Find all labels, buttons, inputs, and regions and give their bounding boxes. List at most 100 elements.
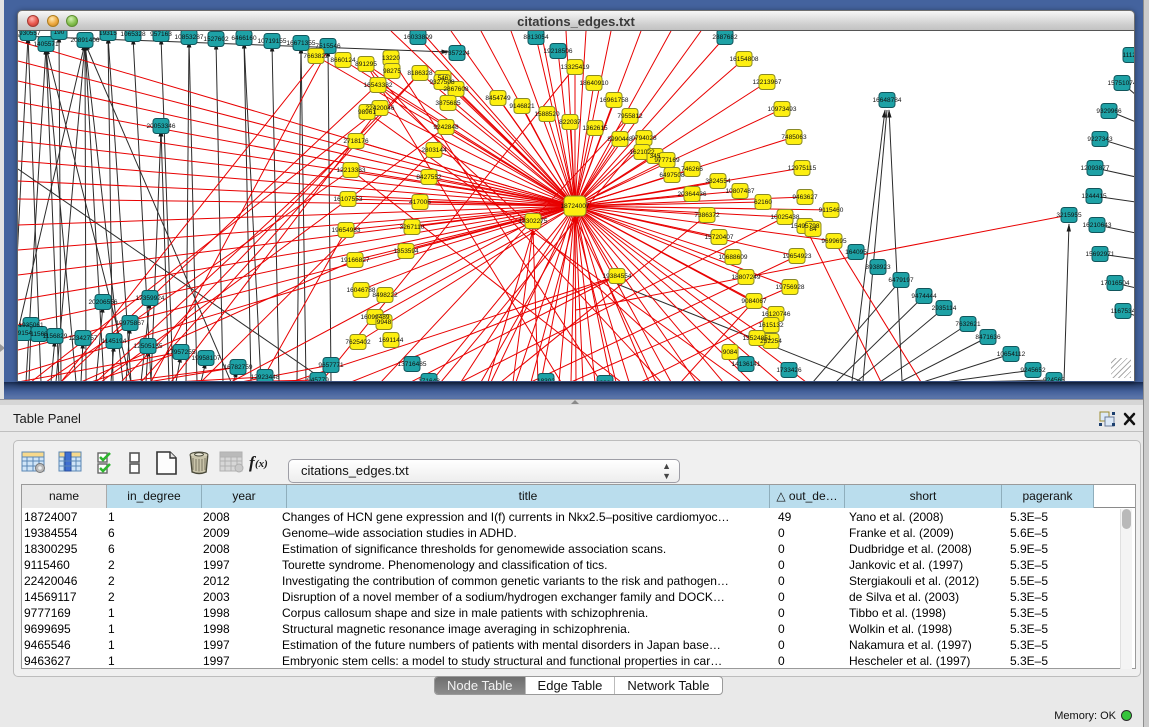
svg-text:9699695: 9699695: [821, 238, 847, 245]
svg-text:16782759: 16782759: [224, 364, 253, 371]
svg-text:16120746: 16120746: [762, 311, 791, 318]
svg-text:1733426: 1733426: [776, 367, 802, 374]
svg-text:1145194: 1145194: [102, 338, 127, 345]
svg-text:1588520: 1588520: [534, 111, 560, 118]
svg-text:12213967: 12213967: [753, 79, 782, 86]
svg-text:945779: 945779: [307, 377, 329, 382]
svg-text:62160: 62160: [754, 199, 772, 206]
svg-text:18302: 18302: [537, 378, 555, 382]
svg-text:3267110: 3267110: [400, 224, 425, 231]
svg-text:7663822: 7663822: [303, 53, 329, 60]
svg-text:3875685: 3875685: [435, 100, 461, 107]
svg-text:417006: 417006: [409, 199, 431, 206]
svg-text:891295: 891295: [355, 61, 377, 68]
svg-text:16671355: 16671355: [287, 40, 316, 47]
svg-text:13325419: 13325419: [561, 64, 590, 71]
svg-text:16107553: 16107553: [334, 196, 363, 203]
svg-text:13716485: 13716485: [398, 361, 427, 368]
svg-text:10719155: 10719155: [258, 38, 287, 45]
svg-text:7357224: 7357224: [444, 50, 470, 57]
svg-text:12505135: 12505135: [134, 343, 163, 350]
svg-text:20206556: 20206556: [89, 299, 118, 306]
svg-text:9115460: 9115460: [819, 207, 844, 214]
svg-text:10688609: 10688609: [719, 254, 748, 261]
svg-text:7515546: 7515546: [315, 43, 341, 50]
svg-text:12093877: 12093877: [1081, 165, 1110, 172]
svg-text:2887682: 2887682: [712, 34, 738, 41]
svg-text:10973493: 10973493: [768, 106, 797, 113]
svg-text:15720407: 15720407: [705, 234, 734, 241]
svg-text:16210643: 16210643: [1083, 222, 1112, 229]
svg-text:16543382: 16543382: [364, 82, 393, 89]
svg-text:16961758: 16961758: [600, 97, 629, 104]
svg-text:1353594: 1353594: [393, 248, 419, 255]
svg-text:1930557: 1930557: [18, 31, 41, 37]
svg-text:11123: 11123: [1122, 52, 1135, 59]
svg-text:12923448: 12923448: [251, 374, 280, 381]
svg-text:7632621: 7632621: [955, 321, 981, 328]
svg-text:19958107: 19958107: [192, 355, 221, 362]
svg-text:2803144: 2803144: [421, 147, 447, 154]
svg-text:13220: 13220: [382, 55, 400, 62]
svg-text:9794028: 9794028: [631, 135, 657, 142]
svg-text:8660124: 8660124: [330, 57, 356, 64]
svg-text:1405571: 1405571: [33, 41, 59, 48]
svg-text:84: 84: [809, 226, 817, 233]
svg-text:8990448: 8990448: [607, 136, 633, 143]
svg-text:924565: 924565: [1043, 377, 1065, 382]
svg-text:171648: 171648: [418, 378, 440, 382]
svg-text:18640910: 18640910: [580, 80, 609, 87]
svg-text:9474444: 9474444: [911, 293, 937, 300]
svg-text:(x): (x): [255, 458, 268, 470]
svg-text:6479197: 6479197: [888, 277, 914, 284]
svg-text:19975867: 19975867: [116, 320, 145, 327]
svg-text:8938923: 8938923: [865, 264, 891, 271]
svg-text:18724007: 18724007: [561, 203, 590, 210]
svg-text:16648784: 16648784: [873, 97, 902, 104]
svg-text:18807249: 18807249: [732, 274, 761, 281]
svg-text:9463627: 9463627: [792, 194, 818, 201]
svg-text:2718176: 2718176: [343, 138, 369, 145]
svg-text:19218506: 19218506: [544, 48, 573, 55]
svg-text:15692971: 15692971: [1086, 251, 1115, 258]
svg-text:98961: 98961: [358, 109, 376, 116]
svg-text:1156829: 1156829: [43, 333, 68, 340]
svg-text:190: 190: [54, 31, 65, 36]
svg-text:9227343: 9227343: [1087, 136, 1113, 143]
svg-text:7625402: 7625402: [345, 339, 371, 346]
svg-text:9657771: 9657771: [318, 362, 344, 369]
svg-text:9084067: 9084067: [741, 298, 767, 305]
svg-text:164095: 164095: [845, 249, 867, 256]
svg-text:18302275: 18302275: [519, 218, 548, 225]
svg-text:7955812: 7955812: [617, 113, 643, 120]
svg-text:17359924: 17359924: [136, 295, 165, 302]
svg-text:1362615: 1362615: [582, 125, 608, 132]
svg-text:3824554: 3824554: [705, 178, 731, 185]
svg-text:98275: 98275: [383, 68, 401, 75]
svg-text:9084: 9084: [723, 349, 738, 356]
svg-text:19315: 19315: [99, 31, 117, 37]
svg-text:957163: 957163: [150, 31, 172, 38]
svg-text:8813054: 8813054: [523, 34, 549, 41]
svg-text:9242848: 9242848: [433, 124, 459, 131]
svg-text:6497508: 6497508: [659, 172, 685, 179]
svg-text:1167534: 1167534: [1111, 308, 1135, 315]
svg-text:19384: 19384: [596, 380, 614, 382]
svg-text:2935114: 2935114: [932, 305, 957, 312]
svg-text:9329966: 9329966: [1096, 108, 1122, 115]
svg-text:16033809: 16033809: [404, 34, 433, 41]
svg-text:1065328: 1065328: [120, 31, 146, 38]
svg-text:13524851: 13524851: [743, 335, 772, 342]
svg-text:8471636: 8471636: [975, 334, 1001, 341]
svg-text:9948: 9948: [377, 319, 392, 326]
svg-text:10853287: 10853287: [175, 34, 204, 41]
svg-text:1527602: 1527602: [203, 36, 229, 43]
svg-text:20891406: 20891406: [71, 37, 100, 44]
svg-text:10654112: 10654112: [997, 351, 1026, 358]
svg-text:8498222: 8498222: [372, 292, 398, 299]
svg-text:15751074: 15751074: [1108, 80, 1135, 87]
svg-text:2867608: 2867608: [443, 86, 469, 93]
svg-text:10025438: 10025438: [771, 214, 800, 221]
svg-text:1691144: 1691144: [379, 337, 404, 344]
svg-text:20364436: 20364436: [678, 191, 707, 198]
